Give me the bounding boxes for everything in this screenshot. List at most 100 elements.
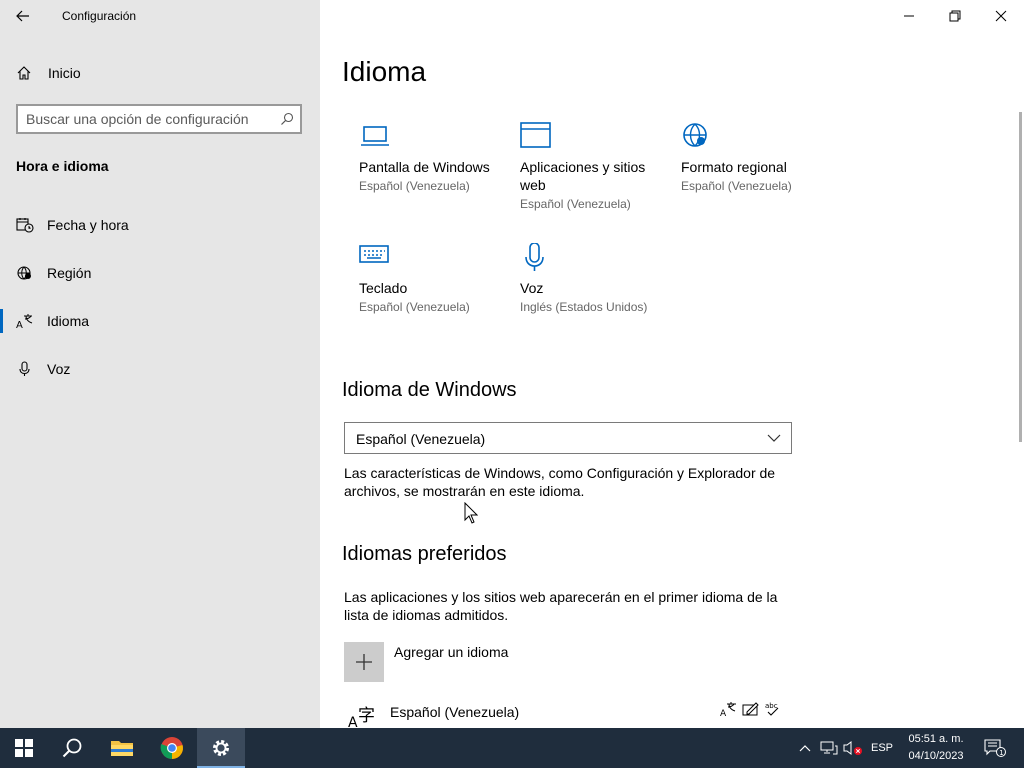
- tile-name: Formato regional: [681, 159, 787, 175]
- svg-text:字: 字: [358, 706, 375, 726]
- tile-value: Español (Venezuela): [520, 197, 631, 211]
- start-button[interactable]: [0, 728, 48, 768]
- close-button[interactable]: [978, 0, 1024, 32]
- file-explorer-button[interactable]: [98, 728, 146, 768]
- page-title: Idioma: [342, 56, 427, 87]
- start-icon: [15, 739, 33, 757]
- windows-language-dropdown[interactable]: Español (Venezuela): [344, 422, 792, 454]
- search-icon: [281, 112, 294, 125]
- window-icon: [520, 122, 551, 148]
- dropdown-value: Español (Venezuela): [356, 431, 486, 447]
- tile-regional-format[interactable]: Formato regional Español (Venezuela): [681, 122, 831, 193]
- chrome-icon: [160, 737, 183, 759]
- display-language-icon: A: [720, 702, 736, 718]
- title-bar: Configuración: [0, 0, 320, 32]
- globe-region-icon: [17, 266, 31, 280]
- restore-icon: [949, 10, 961, 22]
- chevron-down-icon: [767, 434, 781, 442]
- sidebar: Configuración Inicio Hora e idioma Fecha…: [0, 0, 320, 728]
- action-center-button[interactable]: 1: [978, 728, 1012, 768]
- file-explorer-icon: [111, 741, 133, 756]
- clock[interactable]: 05:51 a. m. 04/10/2023: [900, 731, 972, 765]
- settings-taskbar-button[interactable]: [197, 728, 245, 768]
- tile-windows-display[interactable]: Pantalla de Windows Español (Venezuela): [359, 122, 509, 193]
- sidebar-item-language[interactable]: A Idioma: [0, 304, 320, 338]
- plus-icon: [356, 654, 372, 670]
- clock-date: 04/10/2023: [908, 750, 964, 762]
- sidebar-item-label: Inicio: [48, 65, 81, 81]
- add-language-label[interactable]: Agregar un idioma: [394, 644, 508, 660]
- back-arrow-icon: [16, 10, 29, 22]
- microphone-icon: [19, 361, 30, 376]
- back-button[interactable]: [8, 2, 38, 30]
- sidebar-item-label: Idioma: [47, 313, 90, 329]
- language-icon: A: [16, 314, 33, 329]
- sidebar-item-label: Región: [47, 265, 92, 281]
- language-row-name[interactable]: Español (Venezuela): [390, 704, 519, 720]
- tile-name: Teclado: [359, 280, 408, 296]
- spellcheck-icon: abc: [765, 702, 779, 716]
- preferred-languages-heading: Idiomas preferidos: [342, 543, 507, 565]
- volume-muted-icon: [843, 741, 862, 755]
- volume-button[interactable]: [842, 728, 864, 768]
- show-hidden-icons-button[interactable]: [795, 728, 815, 768]
- calendar-clock-icon: [16, 218, 34, 233]
- minimize-button[interactable]: [886, 0, 932, 32]
- tile-value: Español (Venezuela): [681, 179, 792, 193]
- section-title: Hora e idioma: [16, 158, 109, 174]
- sidebar-item-date-time[interactable]: Fecha y hora: [0, 208, 320, 242]
- tile-value: Español (Venezuela): [359, 300, 470, 314]
- restore-button[interactable]: [932, 0, 978, 32]
- sidebar-item-label: Fecha y hora: [47, 217, 129, 233]
- tile-keyboard[interactable]: Teclado Español (Venezuela): [359, 243, 509, 314]
- windows-language-description: Las características de Windows, como Con…: [344, 465, 776, 499]
- mouse-cursor-icon: [464, 502, 478, 524]
- input-language-button[interactable]: ESP: [866, 728, 898, 768]
- svg-text:abc: abc: [765, 702, 778, 710]
- taskbar: ESP 05:51 a. m. 04/10/2023 1: [0, 728, 1024, 768]
- svg-text:A: A: [348, 715, 358, 728]
- windows-language-heading: Idioma de Windows: [342, 379, 517, 401]
- preferred-languages-description: Las aplicaciones y los sitios web aparec…: [344, 589, 778, 623]
- clock-time: 05:51 a. m.: [908, 733, 964, 745]
- close-icon: [995, 10, 1007, 22]
- app-title: Configuración: [62, 9, 137, 23]
- sidebar-item-region[interactable]: Región: [0, 256, 320, 290]
- taskbar-search-button[interactable]: [48, 728, 96, 768]
- keyboard-icon: [359, 245, 389, 263]
- settings-icon: [213, 740, 229, 756]
- tile-apps-websites[interactable]: Aplicaciones y sitios web Español (Venez…: [520, 122, 670, 211]
- laptop-icon: [361, 126, 389, 146]
- sidebar-item-speech[interactable]: Voz: [0, 352, 320, 386]
- tile-name: Aplicaciones y sitios web: [520, 159, 646, 193]
- tile-speech[interactable]: Voz Inglés (Estados Unidos): [520, 242, 670, 314]
- notification-icon: 1: [984, 739, 1006, 757]
- search-box[interactable]: [16, 104, 302, 134]
- search-input[interactable]: [26, 110, 271, 128]
- tile-name: Pantalla de Windows: [359, 159, 490, 175]
- handwriting-icon: [742, 702, 759, 716]
- add-language-button[interactable]: [344, 642, 384, 682]
- language-glyph-icon: A字: [348, 704, 380, 728]
- globe-settings-icon: [683, 123, 707, 147]
- main-content: Idioma Pantalla de Windows Español (Vene…: [320, 0, 1024, 728]
- sidebar-item-label: Voz: [47, 361, 71, 377]
- input-language-label: ESP: [870, 742, 893, 754]
- home-icon: [17, 66, 31, 80]
- svg-text:A: A: [16, 320, 23, 329]
- scrollbar[interactable]: [1019, 112, 1022, 442]
- active-indicator: [0, 309, 3, 333]
- chrome-button[interactable]: [148, 728, 196, 768]
- tile-name: Voz: [520, 280, 544, 296]
- search-icon: [62, 738, 82, 758]
- network-icon: [820, 741, 838, 755]
- sidebar-item-home[interactable]: Inicio: [0, 58, 320, 88]
- notification-count: 1: [999, 749, 1003, 757]
- microphone-icon: [525, 242, 544, 271]
- svg-text:A: A: [720, 709, 727, 718]
- tile-value: Español (Venezuela): [359, 179, 470, 193]
- tile-value: Inglés (Estados Unidos): [520, 300, 648, 314]
- network-button[interactable]: [818, 728, 840, 768]
- minimize-icon: [904, 15, 914, 17]
- chevron-up-icon: [799, 745, 811, 752]
